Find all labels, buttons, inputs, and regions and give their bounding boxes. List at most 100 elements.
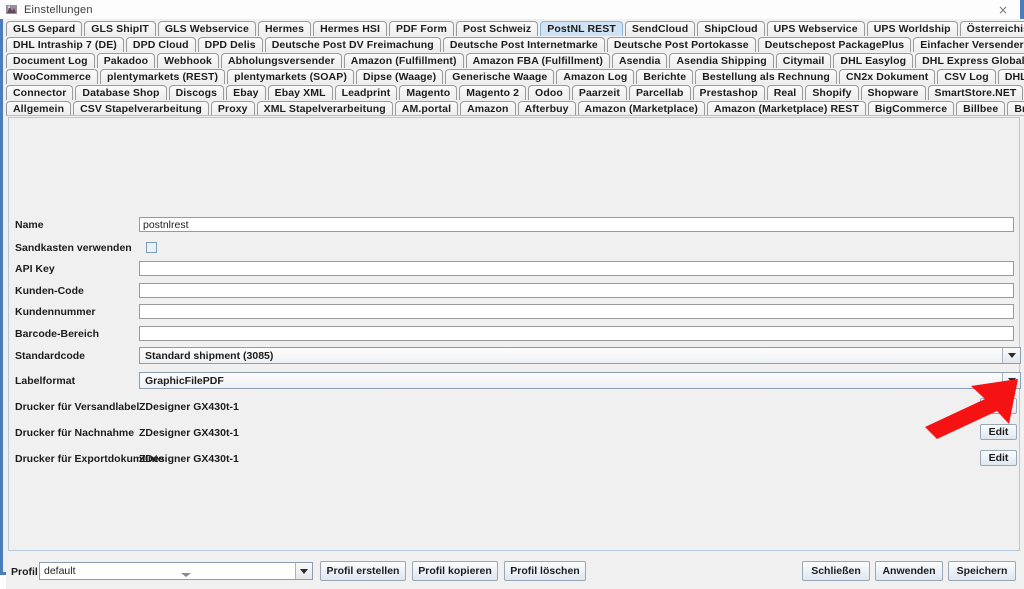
tab-postnl-rest[interactable]: PostNL REST [540, 21, 623, 36]
tab-bestellung-als-rechnung[interactable]: Bestellung als Rechnung [695, 69, 837, 84]
select-standardcode[interactable]: Standard shipment (3085) [139, 347, 1021, 364]
tab-gls-shipit[interactable]: GLS ShipIT [84, 21, 156, 36]
select-labelformat[interactable]: GraphicFilePDF [139, 372, 1021, 389]
anwenden-button[interactable]: Anwenden [875, 561, 943, 581]
checkbox-sandkasten-verwenden[interactable] [146, 242, 157, 253]
input-name[interactable] [139, 217, 1014, 232]
speichern-button[interactable]: Speichern [948, 561, 1016, 581]
tab-label: Dipse (Waage) [362, 71, 437, 83]
chevron-down-icon[interactable] [295, 563, 312, 579]
tab-csv-stapelverarbeitung[interactable]: CSV Stapelverarbeitung [73, 101, 209, 116]
tab-webhook[interactable]: Webhook [157, 53, 219, 68]
tab-dpd-delis[interactable]: DPD Delis [197, 37, 263, 52]
tab-woocommerce[interactable]: WooCommerce [6, 69, 98, 84]
edit-button-drucker-fur-versandlabel[interactable]: Edit [980, 398, 1017, 414]
tab-csv-log[interactable]: CSV Log [937, 69, 996, 84]
tab-plentymarkets-soap[interactable]: plentymarkets (SOAP) [227, 69, 354, 84]
tab-bricklink[interactable]: Bricklink [1007, 101, 1024, 116]
input-kunden-code[interactable] [139, 283, 1014, 298]
close-icon[interactable]: × [990, 0, 1016, 19]
tab-ups-webservice[interactable]: UPS Webservice [766, 21, 865, 36]
profil-loeschen-button[interactable]: Profil löschen [504, 561, 586, 581]
tab-ebay-xml[interactable]: Ebay XML [267, 85, 333, 100]
tab-abholungsversender[interactable]: Abholungsversender [220, 53, 342, 68]
tab-deutschepost-packageplus[interactable]: Deutschepost PackagePlus [757, 37, 912, 52]
profil-kopieren-button[interactable]: Profil kopieren [412, 561, 498, 581]
tab-amazon-log[interactable]: Amazon Log [556, 69, 635, 84]
tab-hermes-hsi[interactable]: Hermes HSI [313, 21, 388, 36]
tab-magento[interactable]: Magento [399, 85, 458, 100]
tab-cn2x-dokument[interactable]: CN2x Dokument [838, 69, 936, 84]
tab-magento-2[interactable]: Magento 2 [459, 85, 527, 100]
input-kundennummer[interactable] [139, 304, 1014, 319]
tab-label: ShipCloud [704, 23, 758, 35]
tab-dhl-express-global-ws[interactable]: DHL Express Global WS [915, 53, 1024, 68]
tab-document-log[interactable]: Document Log [6, 53, 95, 68]
tab-proxy[interactable]: Proxy [210, 101, 255, 116]
tab-parcellab[interactable]: Parcellab [628, 85, 691, 100]
tab-deutsche-post-portokasse[interactable]: Deutsche Post Portokasse [606, 37, 756, 52]
tab-amazon[interactable]: Amazon [460, 101, 516, 116]
tab-label: Deutsche Post Portokasse [613, 39, 749, 51]
tab-dhl-retoure[interactable]: DHL Retoure [997, 69, 1024, 84]
tab-ebay[interactable]: Ebay [226, 85, 266, 100]
tab-xml-stapelverarbeitung[interactable]: XML Stapelverarbeitung [256, 101, 393, 116]
tab-sterreichische-post[interactable]: Österreichische Post [959, 21, 1024, 36]
tab-odoo[interactable]: Odoo [528, 85, 570, 100]
tab-dhl-intraship-7-de[interactable]: DHL Intraship 7 (DE) [6, 37, 124, 52]
tab-paarzeit[interactable]: Paarzeit [571, 85, 627, 100]
tab-amazon-fba-fulfillment[interactable]: Amazon FBA (Fulfillment) [465, 53, 610, 68]
tab-pakadoo[interactable]: Pakadoo [96, 53, 156, 68]
tab-hermes[interactable]: Hermes [257, 21, 312, 36]
tab-gls-gepard[interactable]: GLS Gepard [6, 21, 83, 36]
tab-afterbuy[interactable]: Afterbuy [517, 101, 576, 116]
tab-asendia-shipping[interactable]: Asendia Shipping [669, 53, 774, 68]
tab-dipse-waage[interactable]: Dipse (Waage) [355, 69, 444, 84]
tab-billbee[interactable]: Billbee [956, 101, 1006, 116]
tab-deutsche-post-dv-freimachung[interactable]: Deutsche Post DV Freimachung [264, 37, 441, 52]
tab-shopware[interactable]: Shopware [860, 85, 926, 100]
tab-discogs[interactable]: Discogs [168, 85, 225, 100]
tab-shopify[interactable]: Shopify [805, 85, 859, 100]
tab-berichte[interactable]: Berichte [636, 69, 694, 84]
tab-asendia[interactable]: Asendia [611, 53, 668, 68]
tab-am-portal[interactable]: AM.portal [394, 101, 459, 116]
chevron-down-icon[interactable] [1002, 373, 1020, 388]
tab-generische-waage[interactable]: Generische Waage [445, 69, 555, 84]
tab-pdf-form[interactable]: PDF Form [389, 21, 454, 36]
tab-label: SmartStore.NET [934, 87, 1017, 99]
input-api-key[interactable] [139, 261, 1014, 276]
tab-database-shop[interactable]: Database Shop [75, 85, 167, 100]
schliessen-button[interactable]: Schließen [802, 561, 870, 581]
edit-button-drucker-fur-nachnahme[interactable]: Edit [980, 424, 1017, 440]
app-icon [5, 3, 18, 16]
profil-select[interactable]: default [39, 562, 313, 580]
profil-label: Profil [11, 566, 38, 578]
tab-amazon-marketplace-rest[interactable]: Amazon (Marketplace) REST [707, 101, 866, 116]
tab-amazon-fulfillment[interactable]: Amazon (Fulfillment) [343, 53, 464, 68]
tab-deutsche-post-internetmarke[interactable]: Deutsche Post Internetmarke [442, 37, 605, 52]
tab-shipcloud[interactable]: ShipCloud [697, 21, 765, 36]
tab-plentymarkets-rest[interactable]: plentymarkets (REST) [99, 69, 226, 84]
tab-prestashop[interactable]: Prestashop [692, 85, 765, 100]
tab-leadprint[interactable]: Leadprint [334, 85, 398, 100]
tab-post-schweiz[interactable]: Post Schweiz [455, 21, 539, 36]
form-row-drucker-fur-nachnahme: Drucker für Nachnahme ZDesigner GX430t-1 E… [9, 423, 1019, 443]
tab-einfacher-versender[interactable]: Einfacher Versender [913, 37, 1024, 52]
tab-gls-webservice[interactable]: GLS Webservice [157, 21, 256, 36]
tab-smartstore-net[interactable]: SmartStore.NET [927, 85, 1024, 100]
tab-allgemein[interactable]: Allgemein [6, 101, 72, 116]
tab-real[interactable]: Real [766, 85, 804, 100]
edit-button-drucker-fur-exportdokumente[interactable]: Edit [980, 450, 1017, 466]
tab-dpd-cloud[interactable]: DPD Cloud [125, 37, 196, 52]
tab-bigcommerce[interactable]: BigCommerce [867, 101, 955, 116]
tab-ups-worldship[interactable]: UPS Worldship [866, 21, 958, 36]
tab-dhl-easylog[interactable]: DHL Easylog [833, 53, 914, 68]
chevron-down-icon[interactable] [1002, 348, 1020, 363]
tab-sendcloud[interactable]: SendCloud [624, 21, 696, 36]
tab-connector[interactable]: Connector [6, 85, 74, 100]
profil-erstellen-button[interactable]: Profil erstellen [320, 561, 406, 581]
tab-citymail[interactable]: Citymail [775, 53, 832, 68]
tab-amazon-marketplace[interactable]: Amazon (Marketplace) [577, 101, 705, 116]
input-barcode-bereich[interactable] [139, 326, 1014, 341]
